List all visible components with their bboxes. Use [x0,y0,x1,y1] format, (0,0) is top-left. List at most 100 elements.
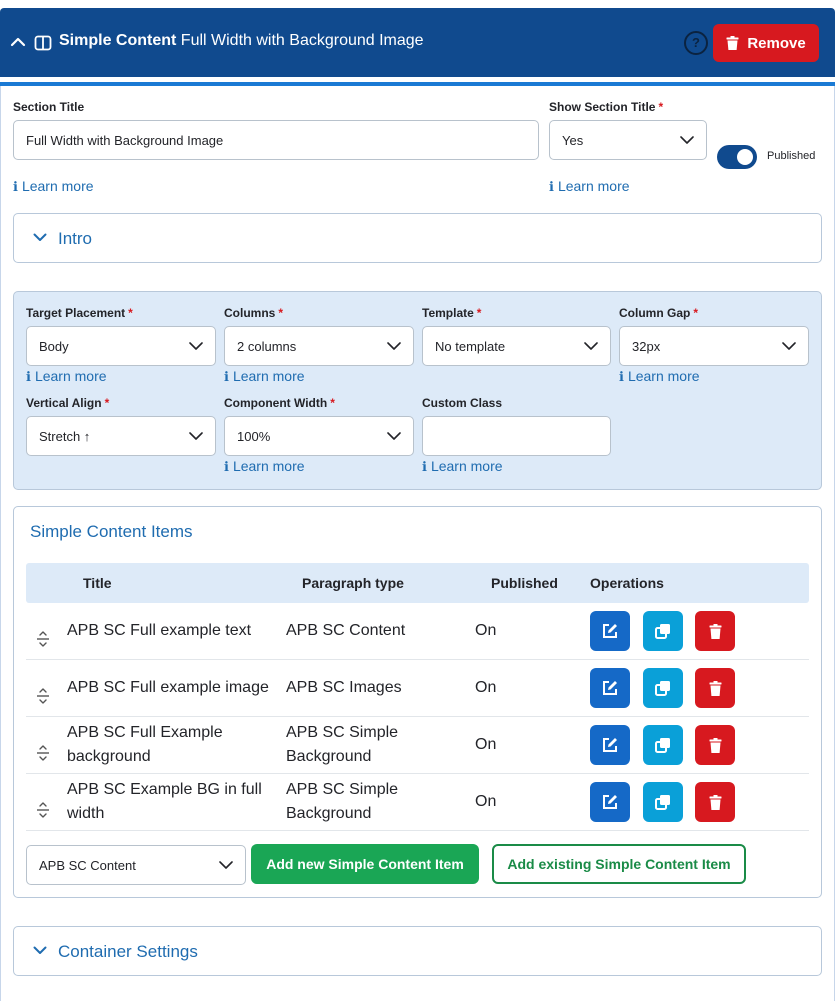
row-divider [26,659,809,660]
add-existing-item-button[interactable]: Add existing Simple Content Item [492,844,746,884]
vertical-align-value: Stretch ↑ [39,428,91,444]
delete-button[interactable] [695,782,735,822]
vertical-align-label: Vertical Align * [26,396,109,410]
duplicate-button[interactable] [643,725,683,765]
column-gap-label-text: Column Gap [619,306,691,320]
learn-more-text: Learn more [21,178,94,194]
columns-label-text: Columns [224,306,276,320]
section-title-input[interactable]: Full Width with Background Image [13,120,539,160]
show-section-title-select[interactable]: Yes [549,120,707,160]
custom-class-learn-more[interactable]: ℹ Learn more [422,458,503,475]
chevron-down-icon [189,432,203,440]
target-placement-label: Target Placement * [26,306,133,320]
learn-more-text: Learn more [232,458,305,474]
component-width-value: 100% [237,428,271,444]
chevron-up-icon[interactable] [10,34,26,50]
drag-handle-icon[interactable] [36,802,50,818]
show-section-title-learn-more[interactable]: ℹ Learn more [549,178,630,195]
custom-class-input[interactable] [422,416,611,456]
chevron-down-icon [782,342,796,350]
vertical-align-label-text: Vertical Align [26,396,102,410]
target-placement-value: Body [39,338,69,354]
component-width-learn-more[interactable]: ℹ Learn more [224,458,305,475]
delete-button[interactable] [695,611,735,651]
chevron-down-icon [33,233,47,241]
chevron-down-icon [387,432,401,440]
component-width-label-text: Component Width [224,396,328,410]
chevron-down-icon [680,136,694,144]
learn-more-text: Learn more [232,368,305,384]
template-label-text: Template [422,306,474,320]
add-new-item-button[interactable]: Add new Simple Content Item [251,844,479,884]
item-title: APB SC Example BG in full width [67,781,262,822]
edit-icon [603,624,617,638]
learn-more-text: Learn more [627,368,700,384]
template-select[interactable]: No template [422,326,611,366]
row-divider [26,716,809,717]
help-icon[interactable]: ? [684,31,708,55]
drag-handle-icon[interactable] [36,631,50,647]
section-title-learn-more[interactable]: ℹ Learn more [13,178,94,195]
item-title: APB SC Full example text [67,622,252,639]
columns-learn-more[interactable]: ℹ Learn more [224,368,305,385]
published-toggle-label: Published [767,150,816,162]
intro-collapsible[interactable] [13,213,822,263]
trash-icon [709,680,721,696]
remove-button[interactable]: Remove [713,24,819,62]
edit-button[interactable] [590,611,630,651]
item-title: APB SC Full example image [67,679,269,696]
item-published: On [475,793,497,810]
custom-class-label: Custom Class [422,396,503,410]
edit-icon [603,738,617,752]
duplicate-icon [655,681,670,696]
columns-select[interactable]: 2 columns [224,326,414,366]
template-value: No template [435,338,506,354]
columns-icon [34,35,52,51]
item-title: APB SC Full Example background [67,724,223,765]
column-gap-label: Column Gap * [619,306,698,320]
learn-more-text: Learn more [430,458,503,474]
drag-handle-icon[interactable] [36,688,50,704]
target-placement-select[interactable]: Body [26,326,216,366]
item-published: On [475,622,497,639]
edit-button[interactable] [590,725,630,765]
delete-button[interactable] [695,725,735,765]
item-published: On [475,736,497,753]
edit-icon [603,795,617,809]
column-gap-select[interactable]: 32px [619,326,809,366]
duplicate-button[interactable] [643,611,683,651]
show-section-title-label: Show Section Title * [549,100,663,114]
edit-icon [603,681,617,695]
chevron-down-icon [33,946,47,954]
columns-label: Columns * [224,306,283,320]
component-width-select[interactable]: 100% [224,416,414,456]
column-gap-learn-more[interactable]: ℹ Learn more [619,368,700,385]
duplicate-button[interactable] [643,668,683,708]
toggle-knob [737,149,753,165]
layout-settings-panel [13,291,822,490]
paragraph-type-name: Simple Content [59,32,177,49]
required-marker: * [104,396,110,410]
drag-handle-icon[interactable] [36,745,50,761]
target-placement-learn-more[interactable]: ℹ Learn more [26,368,107,385]
info-icon: ℹ [224,369,229,384]
container-settings-title: Container Settings [58,942,198,961]
required-marker: * [658,100,664,114]
edit-button[interactable] [590,668,630,708]
item-paragraph-type: APB SC Simple Background [286,781,399,822]
show-section-title-value: Yes [562,132,584,148]
vertical-align-select[interactable]: Stretch ↑ [26,416,216,456]
required-marker: * [330,396,335,410]
column-header-title: Title [83,575,112,591]
add-item-type-select[interactable]: APB SC Content [26,845,246,885]
delete-button[interactable] [695,668,735,708]
chevron-down-icon [584,342,598,350]
duplicate-button[interactable] [643,782,683,822]
target-placement-label-text: Target Placement [26,306,126,320]
column-gap-value: 32px [632,338,661,354]
simple-content-items-title: Simple Content Items [30,522,193,541]
column-header-published: Published [491,575,558,591]
trash-icon [726,36,739,50]
edit-button[interactable] [590,782,630,822]
published-toggle[interactable] [717,145,757,169]
